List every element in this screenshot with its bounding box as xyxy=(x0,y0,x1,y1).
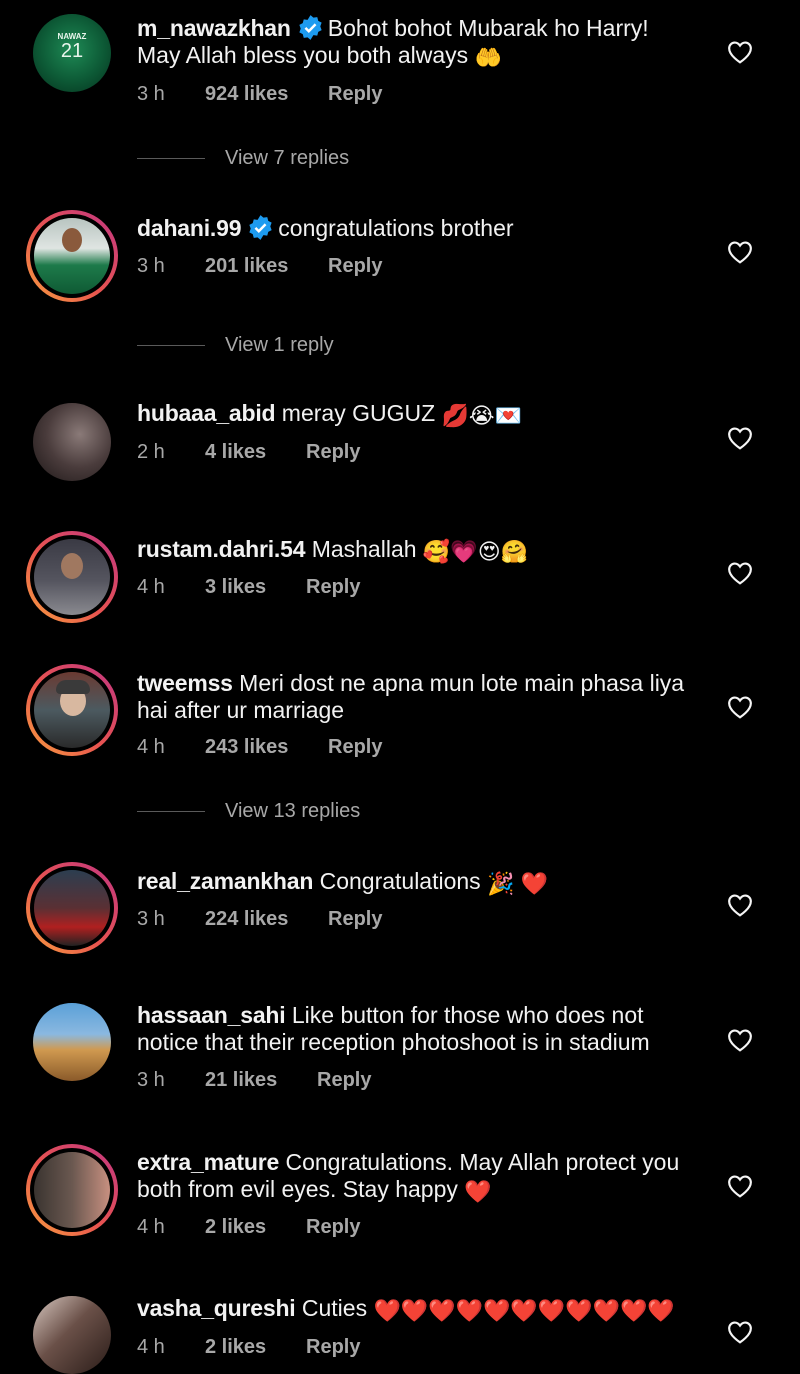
comment-emoji: 🤲 xyxy=(474,45,502,70)
comment-body: Congratulations xyxy=(319,868,481,894)
heart-outline-icon[interactable] xyxy=(727,1320,753,1344)
comment-likes[interactable]: 924 likes xyxy=(205,83,328,106)
reply-button[interactable]: Reply xyxy=(306,1336,360,1359)
comment-time: 4 h xyxy=(137,1216,165,1238)
comment-likes[interactable]: 2 likes xyxy=(205,1216,306,1239)
comment-likes[interactable]: 201 likes xyxy=(205,255,328,278)
view-replies-label: View 7 replies xyxy=(225,147,350,169)
avatar[interactable] xyxy=(33,1003,111,1081)
comment-body: Mashallah xyxy=(311,536,417,562)
reply-button[interactable]: Reply xyxy=(317,1069,371,1092)
reply-button[interactable]: Reply xyxy=(306,441,360,464)
view-replies-label: View 13 replies xyxy=(225,800,361,822)
comment-emoji: 💋😭💌 xyxy=(441,403,523,428)
comment-emoji: ❤️❤️❤️❤️❤️❤️❤️❤️❤️❤️❤️ xyxy=(373,1298,675,1323)
comment-meta: 4 h 243 likes Reply xyxy=(137,736,382,759)
comment-likes[interactable]: 2 likes xyxy=(205,1336,306,1359)
heart-outline-icon[interactable] xyxy=(727,240,753,264)
comment-username[interactable]: hubaaa_abid xyxy=(137,400,276,426)
avatar[interactable] xyxy=(33,1296,111,1374)
comment-time: 3 h xyxy=(137,1069,165,1091)
avatar[interactable] xyxy=(33,403,111,481)
comment-username[interactable]: vasha_qureshi xyxy=(137,1295,296,1321)
view-replies-label: View 1 reply xyxy=(225,334,334,356)
divider-line xyxy=(137,158,205,159)
reply-button[interactable]: Reply xyxy=(306,1216,360,1239)
view-replies-button[interactable]: View 7 replies xyxy=(137,147,349,170)
comment-meta: 4 h 2 likes Reply xyxy=(137,1216,360,1239)
comment-username[interactable]: extra_mature xyxy=(137,1149,279,1175)
comment-meta: 2 h 4 likes Reply xyxy=(137,441,360,464)
comment-text-block: real_zamankhan Congratulations 🎉 ❤️ xyxy=(137,868,707,895)
divider-line xyxy=(137,811,205,812)
comment-text-block: hassaan_sahi Like button for those who d… xyxy=(137,1002,707,1056)
comment-username[interactable]: m_nawazkhan xyxy=(137,15,291,41)
jersey-number: 21 xyxy=(60,40,84,62)
view-replies-button[interactable]: View 13 replies xyxy=(137,800,360,823)
avatar[interactable]: NAWAZ 21 xyxy=(33,14,111,92)
comment-likes[interactable]: 224 likes xyxy=(205,908,328,931)
comment-time: 3 h xyxy=(137,908,165,930)
comment-time: 3 h xyxy=(137,255,165,277)
heart-outline-icon[interactable] xyxy=(727,695,753,719)
comment-username[interactable]: dahani.99 xyxy=(137,215,241,241)
avatar[interactable] xyxy=(26,531,118,623)
comment-meta: 4 h 2 likes Reply xyxy=(137,1336,360,1359)
reply-button[interactable]: Reply xyxy=(328,736,382,759)
comment-body: meray GUGUZ xyxy=(281,400,436,426)
reply-button[interactable]: Reply xyxy=(306,576,360,599)
comment-likes[interactable]: 243 likes xyxy=(205,736,328,759)
verified-badge-icon xyxy=(299,15,322,40)
comment-time: 4 h xyxy=(137,1336,165,1358)
avatar[interactable] xyxy=(26,862,118,954)
reply-button[interactable]: Reply xyxy=(328,83,382,106)
comment-time: 2 h xyxy=(137,441,165,463)
comment-emoji: ❤️ xyxy=(464,1179,492,1204)
comment-text-block: vasha_qureshi Cuties ❤️❤️❤️❤️❤️❤️❤️❤️❤️❤… xyxy=(137,1295,707,1322)
comment-time: 4 h xyxy=(137,736,165,758)
comment-text-block: dahani.99 congratulations brother xyxy=(137,214,707,242)
comment-text-block: m_nawazkhan Bohot bohot Mubarak ho Harry!… xyxy=(137,14,707,69)
reply-button[interactable]: Reply xyxy=(328,908,382,931)
comment-emoji: 🎉 ❤️ xyxy=(487,871,548,896)
comment-text-block: tweemss Meri dost ne apna mun lote main … xyxy=(137,670,707,724)
comment-likes[interactable]: 4 likes xyxy=(205,441,306,464)
comment-username[interactable]: hassaan_sahi xyxy=(137,1002,286,1028)
comment-username[interactable]: real_zamankhan xyxy=(137,868,313,894)
comment-body: Cuties xyxy=(301,1295,368,1321)
comment-likes[interactable]: 21 likes xyxy=(205,1069,317,1092)
comment-time: 4 h xyxy=(137,576,165,598)
view-replies-button[interactable]: View 1 reply xyxy=(137,334,334,357)
heart-outline-icon[interactable] xyxy=(727,426,753,450)
comment-meta: 3 h 21 likes Reply xyxy=(137,1069,371,1092)
comment-text-block: hubaaa_abid meray GUGUZ 💋😭💌 xyxy=(137,400,707,427)
heart-outline-icon[interactable] xyxy=(727,40,753,64)
comment-text-block: extra_mature Congratulations. May Allah … xyxy=(137,1149,707,1203)
comment-meta: 3 h 224 likes Reply xyxy=(137,908,382,931)
comment-text-block: rustam.dahri.54 Mashallah 🥰💗😍🤗 xyxy=(137,536,707,563)
heart-outline-icon[interactable] xyxy=(727,893,753,917)
comment-emoji: 🥰💗😍🤗 xyxy=(422,539,529,564)
comment-meta: 3 h 924 likes Reply xyxy=(137,83,382,106)
comment-body: congratulations brother xyxy=(278,215,514,241)
heart-outline-icon[interactable] xyxy=(727,1174,753,1198)
reply-button[interactable]: Reply xyxy=(328,255,382,278)
comment-username[interactable]: rustam.dahri.54 xyxy=(137,536,305,562)
divider-line xyxy=(137,345,205,346)
comment-likes[interactable]: 3 likes xyxy=(205,576,306,599)
avatar[interactable] xyxy=(26,210,118,302)
comment-meta: 4 h 3 likes Reply xyxy=(137,576,360,599)
heart-outline-icon[interactable] xyxy=(727,1028,753,1052)
comment-time: 3 h xyxy=(137,83,165,105)
comment-meta: 3 h 201 likes Reply xyxy=(137,255,382,278)
heart-outline-icon[interactable] xyxy=(727,561,753,585)
verified-badge-icon xyxy=(249,215,272,240)
comment-username[interactable]: tweemss xyxy=(137,670,233,696)
avatar[interactable] xyxy=(26,1144,118,1236)
avatar[interactable] xyxy=(26,664,118,756)
